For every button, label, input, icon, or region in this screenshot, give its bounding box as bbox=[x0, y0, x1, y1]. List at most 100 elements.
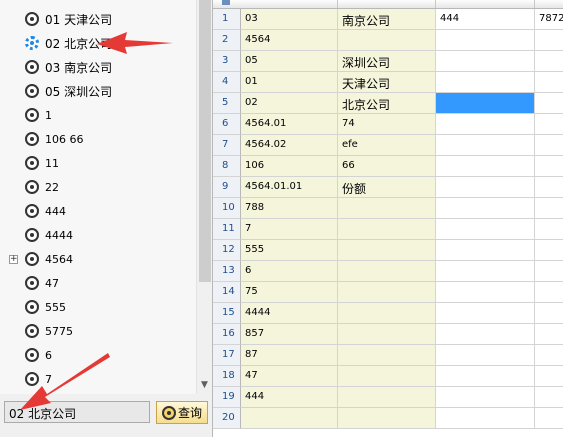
company-name-cell[interactable] bbox=[338, 408, 436, 429]
table-row[interactable]: 3 05 深圳公司 bbox=[213, 51, 563, 72]
company-name-cell[interactable] bbox=[338, 198, 436, 219]
table-row[interactable]: 15 4444 bbox=[213, 303, 563, 324]
extra-cell[interactable] bbox=[535, 387, 563, 408]
company-name-cell[interactable]: efe bbox=[338, 135, 436, 156]
company-name-cell[interactable]: 66 bbox=[338, 156, 436, 177]
company-code-cell[interactable]: 05 bbox=[241, 51, 338, 72]
company-code-cell[interactable]: 788 bbox=[241, 198, 338, 219]
tree-node[interactable]: 444 bbox=[0, 199, 196, 223]
table-row[interactable]: 12 555 bbox=[213, 240, 563, 261]
table-row[interactable]: 2 4564 bbox=[213, 30, 563, 51]
extra-cell[interactable]: 7872 bbox=[535, 9, 563, 30]
tree-node[interactable]: 03 南京公司 bbox=[0, 55, 196, 79]
company-name-cell[interactable] bbox=[338, 345, 436, 366]
scrollbar-thumb[interactable] bbox=[199, 0, 211, 282]
company-short-name-cell[interactable]: 444 bbox=[436, 9, 535, 30]
tree-node[interactable]: 555 bbox=[0, 295, 196, 319]
extra-cell[interactable] bbox=[535, 72, 563, 93]
company-name-cell[interactable] bbox=[338, 261, 436, 282]
company-name-cell[interactable] bbox=[338, 324, 436, 345]
tree-scrollbar[interactable]: ▼ bbox=[196, 0, 212, 394]
company-short-name-cell[interactable] bbox=[436, 135, 535, 156]
table-row[interactable]: 4 01 天津公司 bbox=[213, 72, 563, 93]
company-code-cell[interactable]: 4564.02 bbox=[241, 135, 338, 156]
extra-cell[interactable] bbox=[535, 114, 563, 135]
extra-cell[interactable] bbox=[535, 177, 563, 198]
company-short-name-cell[interactable] bbox=[436, 387, 535, 408]
company-name-cell[interactable]: 深圳公司 bbox=[338, 51, 436, 72]
extra-cell[interactable] bbox=[535, 303, 563, 324]
company-code-cell[interactable]: 4564.01 bbox=[241, 114, 338, 135]
company-short-name-cell[interactable] bbox=[436, 219, 535, 240]
table-row[interactable]: 17 87 bbox=[213, 345, 563, 366]
company-short-name-cell[interactable] bbox=[436, 366, 535, 387]
company-short-name-cell[interactable] bbox=[436, 408, 535, 429]
company-name-cell[interactable] bbox=[338, 282, 436, 303]
company-code-cell[interactable]: 857 bbox=[241, 324, 338, 345]
company-code-cell[interactable]: 444 bbox=[241, 387, 338, 408]
extra-cell[interactable] bbox=[535, 324, 563, 345]
company-name-cell[interactable] bbox=[338, 303, 436, 324]
tree-node[interactable]: +4564 bbox=[0, 247, 196, 271]
company-name-cell[interactable] bbox=[338, 240, 436, 261]
tree-node[interactable]: 1 bbox=[0, 103, 196, 127]
company-code-cell[interactable]: 106 bbox=[241, 156, 338, 177]
table-row[interactable]: 5 02 北京公司 bbox=[213, 93, 563, 114]
table-row[interactable]: 8 106 66 bbox=[213, 156, 563, 177]
tree-node[interactable]: 5775 bbox=[0, 319, 196, 343]
company-short-name-cell[interactable] bbox=[436, 282, 535, 303]
extra-cell[interactable] bbox=[535, 198, 563, 219]
company-code-cell[interactable]: 4444 bbox=[241, 303, 338, 324]
column-header-extra[interactable] bbox=[535, 0, 563, 8]
table-row[interactable]: 11 7 bbox=[213, 219, 563, 240]
company-name-cell[interactable]: 南京公司 bbox=[338, 9, 436, 30]
extra-cell[interactable] bbox=[535, 93, 563, 114]
company-code-cell[interactable]: 4564.01.01 bbox=[241, 177, 338, 198]
table-row[interactable]: 6 4564.01 74 bbox=[213, 114, 563, 135]
tree-node[interactable]: 11 bbox=[0, 151, 196, 175]
company-short-name-cell[interactable] bbox=[436, 177, 535, 198]
tree-node[interactable]: 106 66 bbox=[0, 127, 196, 151]
company-code-cell[interactable]: 03 bbox=[241, 9, 338, 30]
company-name-cell[interactable]: 北京公司 bbox=[338, 93, 436, 114]
company-name-cell[interactable] bbox=[338, 366, 436, 387]
extra-cell[interactable] bbox=[535, 366, 563, 387]
company-short-name-cell[interactable] bbox=[436, 303, 535, 324]
company-code-cell[interactable]: 6 bbox=[241, 261, 338, 282]
company-short-name-cell[interactable] bbox=[436, 114, 535, 135]
company-short-name-cell[interactable] bbox=[436, 198, 535, 219]
company-short-name-cell[interactable] bbox=[436, 93, 535, 114]
extra-cell[interactable] bbox=[535, 240, 563, 261]
query-button[interactable]: 查询 bbox=[156, 401, 208, 424]
extra-cell[interactable] bbox=[535, 345, 563, 366]
company-tree[interactable]: 01 天津公司 02 北京公司 03 南京公司 05 深圳公司 1 106 66 11 22 4… bbox=[0, 0, 196, 394]
extra-cell[interactable] bbox=[535, 282, 563, 303]
company-code-cell[interactable]: 47 bbox=[241, 366, 338, 387]
scroll-down-icon[interactable]: ▼ bbox=[201, 380, 208, 390]
company-name-cell[interactable]: 天津公司 bbox=[338, 72, 436, 93]
expand-icon[interactable]: + bbox=[9, 254, 18, 264]
table-row[interactable]: 14 75 bbox=[213, 282, 563, 303]
extra-cell[interactable] bbox=[535, 30, 563, 51]
company-name-cell[interactable] bbox=[338, 30, 436, 51]
company-short-name-cell[interactable] bbox=[436, 156, 535, 177]
company-code-cell[interactable]: 4564 bbox=[241, 30, 338, 51]
table-row[interactable]: 1 03 南京公司 444 7872 bbox=[213, 9, 563, 30]
company-name-cell[interactable]: 份额 bbox=[338, 177, 436, 198]
table-row[interactable]: 19 444 bbox=[213, 387, 563, 408]
extra-cell[interactable] bbox=[535, 219, 563, 240]
company-code-cell[interactable]: 75 bbox=[241, 282, 338, 303]
table-row[interactable]: 7 4564.02 efe bbox=[213, 135, 563, 156]
extra-cell[interactable] bbox=[535, 156, 563, 177]
company-short-name-cell[interactable] bbox=[436, 240, 535, 261]
column-header-name[interactable] bbox=[338, 0, 436, 8]
company-code-cell[interactable]: 87 bbox=[241, 345, 338, 366]
company-short-name-cell[interactable] bbox=[436, 261, 535, 282]
table-row[interactable]: 20 bbox=[213, 408, 563, 429]
table-row[interactable]: 16 857 bbox=[213, 324, 563, 345]
tree-node[interactable]: 05 深圳公司 bbox=[0, 79, 196, 103]
company-code-cell[interactable]: 01 bbox=[241, 72, 338, 93]
company-short-name-cell[interactable] bbox=[436, 72, 535, 93]
company-code-cell[interactable]: 02 bbox=[241, 93, 338, 114]
company-name-cell[interactable]: 74 bbox=[338, 114, 436, 135]
